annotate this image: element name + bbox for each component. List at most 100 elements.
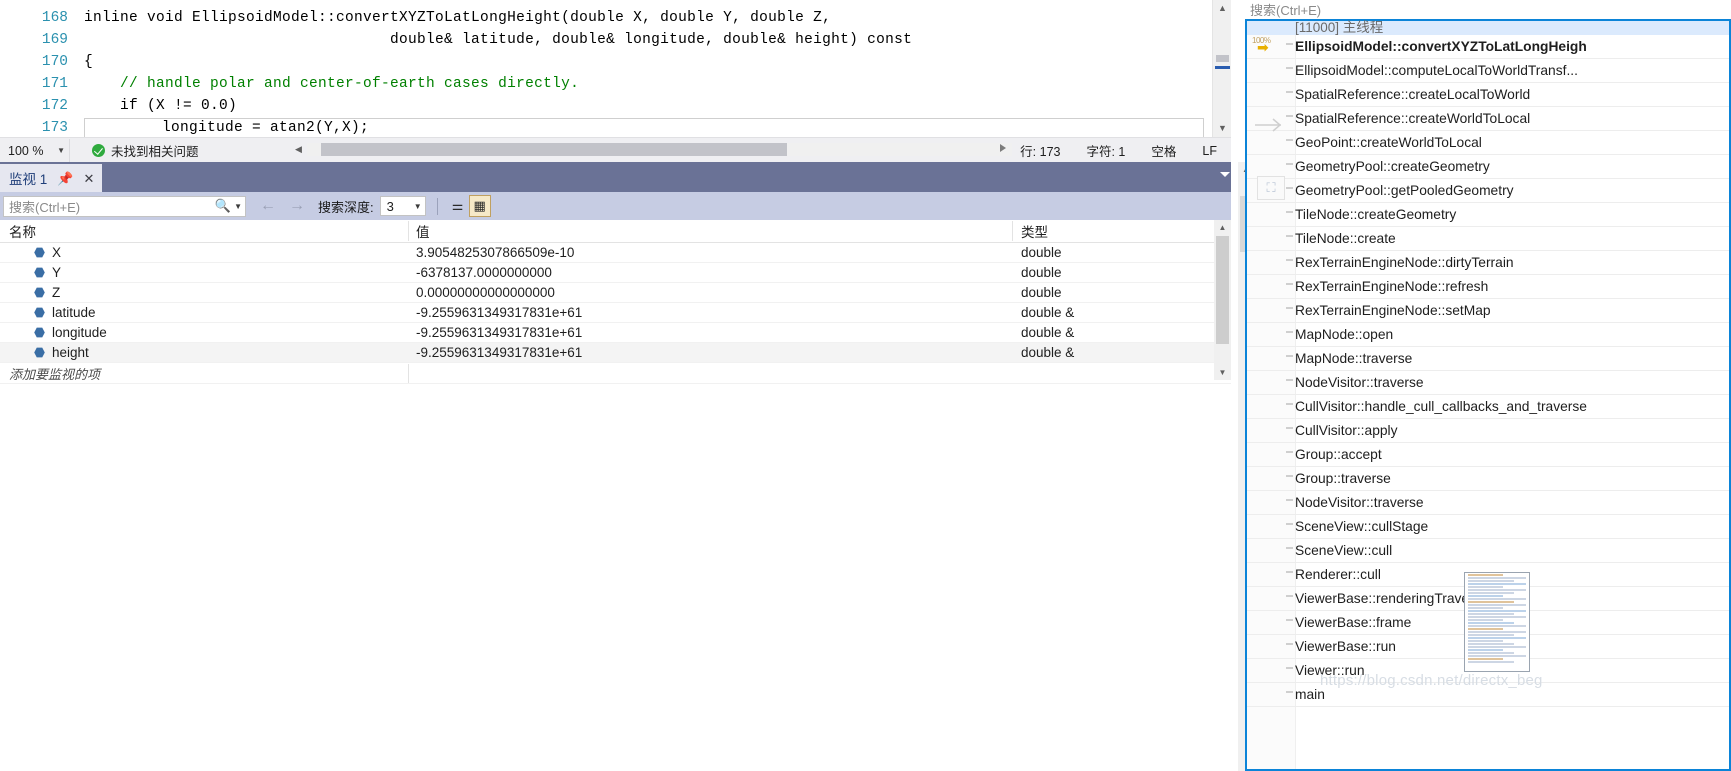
indent-mode-indicator[interactable]: 空格: [1151, 141, 1176, 160]
expand-chevron-icon[interactable]: [1255, 116, 1285, 133]
editor-vertical-scrollbar[interactable]: ▲ ▼: [1212, 0, 1231, 137]
pin-icon[interactable]: 📌: [57, 172, 73, 185]
arrow-left-icon[interactable]: ←: [260, 197, 276, 215]
scrollbar-thumb[interactable]: [321, 143, 787, 156]
code-editor[interactable]: 167 168 inline void EllipsoidModel::conv…: [0, 0, 1231, 137]
add-watch-placeholder[interactable]: 添加要监视的项: [0, 363, 409, 383]
call-stack-frame-label: GeometryPool::getPooledGeometry: [1295, 183, 1514, 198]
zoom-level-selector[interactable]: 100 % ▼: [2, 138, 70, 163]
watch-value[interactable]: -6378137.0000000000: [409, 265, 1013, 280]
call-stack-frame[interactable]: MapNode::traverse: [1247, 347, 1729, 371]
frame-tick-mark: [1286, 451, 1293, 453]
call-stack-frame[interactable]: NodeVisitor::traverse: [1247, 491, 1729, 515]
scrollbar-thumb[interactable]: [1216, 55, 1229, 62]
call-stack-frame[interactable]: GeoPoint::createWorldToLocal: [1247, 131, 1729, 155]
table-row[interactable]: Z 0.00000000000000000 double: [0, 283, 1231, 303]
issue-status[interactable]: 未找到相关问题: [92, 141, 199, 160]
chevron-down-icon[interactable]: ▼: [414, 202, 422, 211]
watch-name-cell[interactable]: X: [0, 245, 409, 260]
search-depth-value: 3: [386, 198, 394, 214]
chevron-down-icon[interactable]: ▼: [57, 146, 65, 155]
add-watch-row[interactable]: 添加要监视的项: [0, 363, 1231, 384]
hexadecimal-display-icon[interactable]: ▦: [468, 195, 491, 217]
line-number: 173: [41, 120, 68, 136]
call-stack-frame[interactable]: EllipsoidModel::computeLocalToWorldTrans…: [1247, 59, 1729, 83]
watch-value[interactable]: -9.2559631349317831e+61: [409, 345, 1013, 360]
call-stack-frame[interactable]: MapNode::open: [1247, 323, 1729, 347]
watch-vertical-scrollbar[interactable]: ▲ ▼: [1214, 220, 1231, 380]
call-stack-frame[interactable]: Group::accept: [1247, 443, 1729, 467]
table-row[interactable]: height -9.2559631349317831e+61 double &: [0, 343, 1231, 363]
call-stack-frame[interactable]: GeometryPool::getPooledGeometry: [1247, 179, 1729, 203]
zoom-level-label: 100 %: [8, 143, 44, 158]
call-stack-frame[interactable]: TileNode::createGeometry: [1247, 203, 1729, 227]
watch-value[interactable]: 3.9054825307866509e-10: [409, 245, 1013, 260]
watch-value[interactable]: 0.00000000000000000: [409, 285, 1013, 300]
watch-value[interactable]: -9.2559631349317831e+61: [409, 325, 1013, 340]
call-stack-frame[interactable]: TileNode::create: [1247, 227, 1729, 251]
call-stack-frame[interactable]: SceneView::cullStage: [1247, 515, 1729, 539]
frame-tick-mark: [1286, 211, 1293, 213]
call-stack-frame-current[interactable]: ➡ EllipsoidModel::convertXYZToLatLongHeig…: [1247, 35, 1729, 59]
arrow-right-icon[interactable]: →: [289, 197, 305, 215]
call-stack-frame-label: ViewerBase::frame: [1295, 615, 1412, 630]
editor-horizontal-scrollbar[interactable]: ◀: [290, 140, 1012, 159]
magnifier-icon[interactable]: 🔍: [215, 198, 231, 214]
code-line[interactable]: 170 {: [0, 51, 1231, 73]
column-header-value[interactable]: 值: [409, 221, 1013, 241]
table-row[interactable]: X 3.9054825307866509e-10 double: [0, 243, 1231, 263]
eol-indicator[interactable]: LF: [1202, 144, 1217, 158]
code-line[interactable]: 172 if (X != 0.0): [0, 95, 1231, 117]
chevron-down-icon[interactable]: [1220, 172, 1230, 177]
tab-watch-1[interactable]: 监视 1 📌 ✕: [0, 164, 103, 192]
watch-name-cell[interactable]: Y: [0, 265, 409, 280]
search-input[interactable]: 搜索(Ctrl+E) 🔍 ▼: [3, 195, 246, 217]
call-stack-frame[interactable]: SceneView::cull: [1247, 539, 1729, 563]
watch-name-cell[interactable]: height: [0, 345, 409, 360]
current-code-line[interactable]: ➡ 173 longitude = atan2(Y,X); 已用时间<= 1ms: [0, 117, 1231, 137]
call-stack-frame[interactable]: main: [1247, 683, 1729, 707]
scroll-up-icon[interactable]: ▲: [1214, 220, 1231, 235]
column-header-type[interactable]: 类型: [1013, 221, 1231, 241]
call-stack-frame[interactable]: CullVisitor::handle_cull_callbacks_and_t…: [1247, 395, 1729, 419]
close-icon[interactable]: ✕: [83, 172, 94, 185]
search-depth-select[interactable]: 3 ▼: [379, 196, 426, 216]
watch-value[interactable]: -9.2559631349317831e+61: [409, 305, 1013, 320]
call-stack-frame[interactable]: CullVisitor::apply: [1247, 419, 1729, 443]
scroll-left-icon[interactable]: ◀: [290, 141, 307, 158]
watch-name-cell[interactable]: Z: [0, 285, 409, 300]
call-stack-frame[interactable]: RexTerrainEngineNode::dirtyTerrain: [1247, 251, 1729, 275]
code-line[interactable]: 169 double& latitude, double& longitude,…: [0, 29, 1231, 51]
table-row[interactable]: Y -6378137.0000000000 double: [0, 263, 1231, 283]
scroll-right-icon[interactable]: [1000, 144, 1006, 152]
frame-tick-mark: [1286, 91, 1293, 93]
watch-name-cell[interactable]: longitude: [0, 325, 409, 340]
call-stack-frame[interactable]: SpatialReference::createLocalToWorld: [1247, 83, 1729, 107]
call-stack-frame[interactable]: RexTerrainEngineNode::setMap: [1247, 299, 1729, 323]
scroll-down-icon[interactable]: ▼: [1214, 365, 1231, 380]
watch-name: X: [52, 245, 62, 260]
filter-icon[interactable]: ⚌: [447, 195, 469, 217]
call-stack-frame[interactable]: GeometryPool::createGeometry: [1247, 155, 1729, 179]
call-stack-frame[interactable]: Group::traverse: [1247, 467, 1729, 491]
table-row[interactable]: longitude -9.2559631349317831e+61 double…: [0, 323, 1231, 343]
code-text: if (X != 0.0): [84, 98, 238, 114]
toolbar-divider: [436, 197, 438, 215]
scroll-down-icon[interactable]: ▼: [1213, 120, 1231, 137]
call-stack-frame[interactable]: NodeVisitor::traverse: [1247, 371, 1729, 395]
call-stack-frame-label: main: [1295, 687, 1325, 702]
scroll-up-icon[interactable]: ▲: [1213, 0, 1231, 17]
column-header-name[interactable]: 名称: [0, 221, 409, 241]
yellow-arrow-icon[interactable]: ➡: [2, 117, 24, 137]
call-stack-frame[interactable]: RexTerrainEngineNode::refresh: [1247, 275, 1729, 299]
chevron-down-icon[interactable]: ▼: [234, 202, 242, 211]
code-minimap-thumbnail[interactable]: [1464, 572, 1530, 672]
call-stack-frame[interactable]: SpatialReference::createWorldToLocal: [1247, 107, 1729, 131]
code-line[interactable]: 171 // handle polar and center-of-earth …: [0, 73, 1231, 95]
watch-name-cell[interactable]: latitude: [0, 305, 409, 320]
code-line[interactable]: 168 inline void EllipsoidModel::convertX…: [0, 7, 1231, 29]
scrollbar-track[interactable]: [307, 143, 1012, 156]
expand-frames-icon[interactable]: ⛶: [1257, 176, 1285, 200]
table-row[interactable]: latitude -9.2559631349317831e+61 double …: [0, 303, 1231, 323]
scrollbar-thumb[interactable]: [1216, 236, 1229, 344]
